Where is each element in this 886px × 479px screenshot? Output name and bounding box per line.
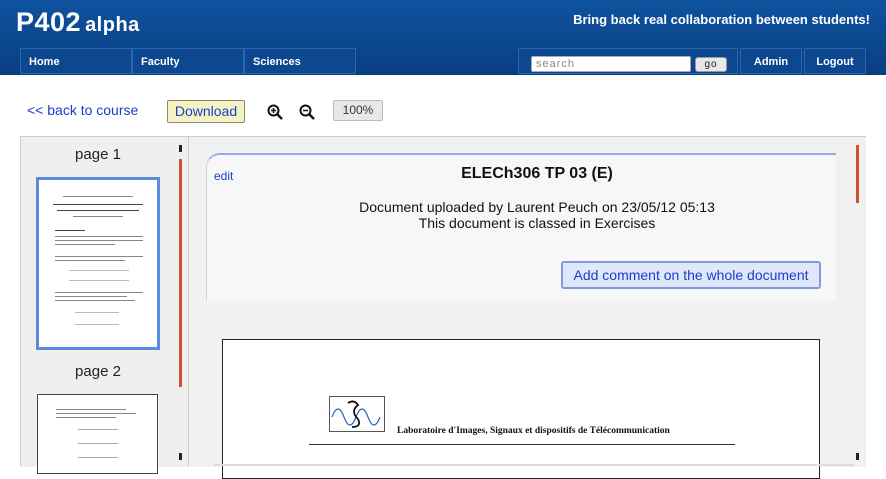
thumbnail-page-2[interactable] (37, 394, 158, 474)
document-viewer: page 1 page 2 edit ELECh306 TP 03 (E) Do… (20, 136, 866, 479)
back-to-course-link[interactable]: << back to course (27, 102, 138, 118)
nav-admin[interactable]: Admin (740, 48, 802, 74)
main-nav: Home Faculty Sciences (20, 48, 356, 74)
thumbnail-label-page-1: page 1 (75, 146, 121, 163)
site-tagline: Bring back real collaboration between st… (573, 12, 870, 27)
search-go-button[interactable]: go (695, 57, 727, 72)
nav-home[interactable]: Home (20, 48, 132, 74)
nav-sciences[interactable]: Sciences (244, 48, 356, 74)
zoom-out-icon[interactable] (298, 103, 316, 121)
thumbnail-label-page-2: page 2 (75, 363, 121, 380)
zoom-in-icon[interactable] (266, 103, 284, 121)
thumbnail-pane: page 1 page 2 (21, 137, 189, 474)
download-button[interactable]: Download (167, 100, 245, 123)
logo-sub: alpha (85, 14, 140, 36)
nav-logout[interactable]: Logout (804, 48, 866, 74)
document-classification: This document is classed in Exercises (418, 215, 656, 231)
logo-main: P402 (16, 7, 82, 37)
zoom-level-indicator[interactable]: 100% (333, 100, 383, 121)
add-comment-button[interactable]: Add comment on the whole document (561, 261, 821, 289)
lab-logo (329, 396, 385, 432)
nav-faculty[interactable]: Faculty (132, 48, 244, 74)
thumbnail-scrollbar[interactable] (179, 145, 183, 463)
document-title: ELECh306 TP 03 (E) (461, 165, 613, 182)
document-pane: edit ELECh306 TP 03 (E) Document uploade… (190, 137, 866, 479)
site-logo[interactable]: P402 alpha (16, 7, 140, 38)
search-bar: search go (518, 48, 738, 74)
document-page-1[interactable]: Laboratoire d'Images, Signaux et disposi… (222, 339, 820, 479)
document-scrollbar[interactable] (856, 145, 860, 463)
header-rule (309, 444, 735, 445)
lab-name-header: Laboratoire d'Images, Signaux et disposi… (397, 426, 670, 436)
search-input[interactable]: search (531, 56, 691, 72)
document-info-panel: edit ELECh306 TP 03 (E) Document uploade… (206, 153, 836, 301)
thumbnail-page-1[interactable] (36, 177, 160, 350)
document-upload-info: Document uploaded by Laurent Peuch on 23… (359, 199, 715, 215)
site-header: P402 alpha Bring back real collaboration … (0, 0, 886, 75)
